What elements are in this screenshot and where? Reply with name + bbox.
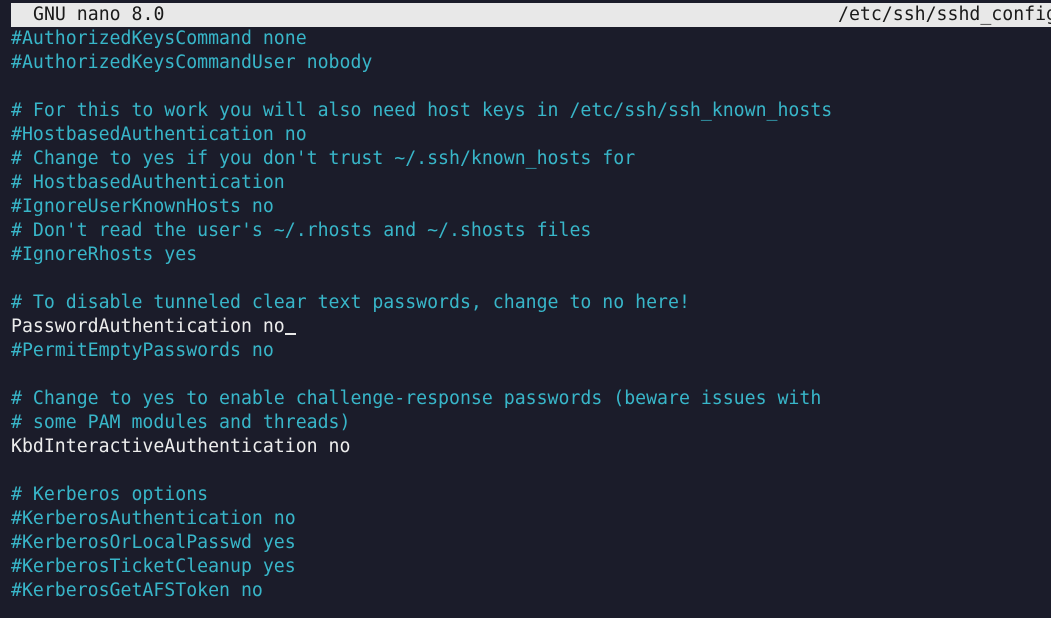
line-text: #AuthorizedKeysCommand none xyxy=(11,28,307,49)
line-text: # Don't read the user's ~/.rhosts and ~/… xyxy=(11,220,592,241)
comment-line[interactable]: #KerberosGetAFSToken no xyxy=(11,579,1051,603)
comment-line[interactable]: #IgnoreRhosts yes xyxy=(11,243,1051,267)
line-text: # Change to yes to enable challenge-resp… xyxy=(11,388,822,409)
comment-line[interactable]: # Kerberos options xyxy=(11,483,1051,507)
comment-line[interactable]: #IgnoreUserKnownHosts no xyxy=(11,195,1051,219)
blank-line[interactable] xyxy=(11,459,1051,483)
comment-line[interactable]: #HostbasedAuthentication no xyxy=(11,123,1051,147)
line-text: #KerberosTicketCleanup yes xyxy=(11,556,296,577)
comment-line[interactable]: # For this to work you will also need ho… xyxy=(11,99,1051,123)
line-text: #KerberosAuthentication no xyxy=(11,508,296,529)
comment-line[interactable]: # Don't read the user's ~/.rhosts and ~/… xyxy=(11,219,1051,243)
text-cursor xyxy=(284,315,296,339)
comment-line[interactable]: # To disable tunneled clear text passwor… xyxy=(11,291,1051,315)
comment-line[interactable]: #AuthorizedKeysCommandUser nobody xyxy=(11,51,1051,75)
line-text: # To disable tunneled clear text passwor… xyxy=(11,292,690,313)
config-line[interactable]: PasswordAuthentication no xyxy=(11,315,1051,339)
comment-line[interactable]: # Change to yes if you don't trust ~/.ss… xyxy=(11,147,1051,171)
comment-line[interactable]: #PermitEmptyPasswords no xyxy=(11,339,1051,363)
comment-line[interactable]: #KerberosOrLocalPasswd yes xyxy=(11,531,1051,555)
line-text: #AuthorizedKeysCommandUser nobody xyxy=(11,52,373,73)
line-text: #HostbasedAuthentication no xyxy=(11,124,307,145)
window-left-edge xyxy=(0,0,11,618)
config-line[interactable]: KbdInteractiveAuthentication no xyxy=(11,435,1051,459)
line-text: #IgnoreUserKnownHosts no xyxy=(11,196,274,217)
editor-version: GNU nano 8.0 xyxy=(33,4,165,25)
line-text: PasswordAuthentication no xyxy=(11,316,285,337)
comment-line[interactable]: # Change to yes to enable challenge-resp… xyxy=(11,387,1051,411)
file-path: /etc/ssh/sshd_config xyxy=(838,4,1051,25)
comment-line[interactable]: #KerberosTicketCleanup yes xyxy=(11,555,1051,579)
terminal-window: GNU nano 8.0 /etc/ssh/sshd_config #Autho… xyxy=(0,0,1051,618)
line-text: #KerberosGetAFSToken no xyxy=(11,580,263,601)
line-text: #PermitEmptyPasswords no xyxy=(11,340,274,361)
nano-title-bar: GNU nano 8.0 /etc/ssh/sshd_config xyxy=(11,3,1051,27)
line-text: # HostbasedAuthentication xyxy=(11,172,285,193)
line-text: # Change to yes if you don't trust ~/.ss… xyxy=(11,148,636,169)
comment-line[interactable]: # some PAM modules and threads) xyxy=(11,411,1051,435)
comment-line[interactable]: # HostbasedAuthentication xyxy=(11,171,1051,195)
line-text: # For this to work you will also need ho… xyxy=(11,100,833,121)
text-editor-area[interactable]: #AuthorizedKeysCommand none #AuthorizedKe… xyxy=(11,27,1051,603)
comment-line[interactable]: #KerberosAuthentication no xyxy=(11,507,1051,531)
comment-line[interactable]: #AuthorizedKeysCommand none xyxy=(11,27,1051,51)
blank-line[interactable] xyxy=(11,363,1051,387)
blank-line[interactable] xyxy=(11,267,1051,291)
line-text: #IgnoreRhosts yes xyxy=(11,244,198,265)
line-text: # some PAM modules and threads) xyxy=(11,412,351,433)
line-text: # Kerberos options xyxy=(11,484,209,505)
line-text: #KerberosOrLocalPasswd yes xyxy=(11,532,296,553)
line-text: KbdInteractiveAuthentication no xyxy=(11,436,351,457)
blank-line[interactable] xyxy=(11,75,1051,99)
